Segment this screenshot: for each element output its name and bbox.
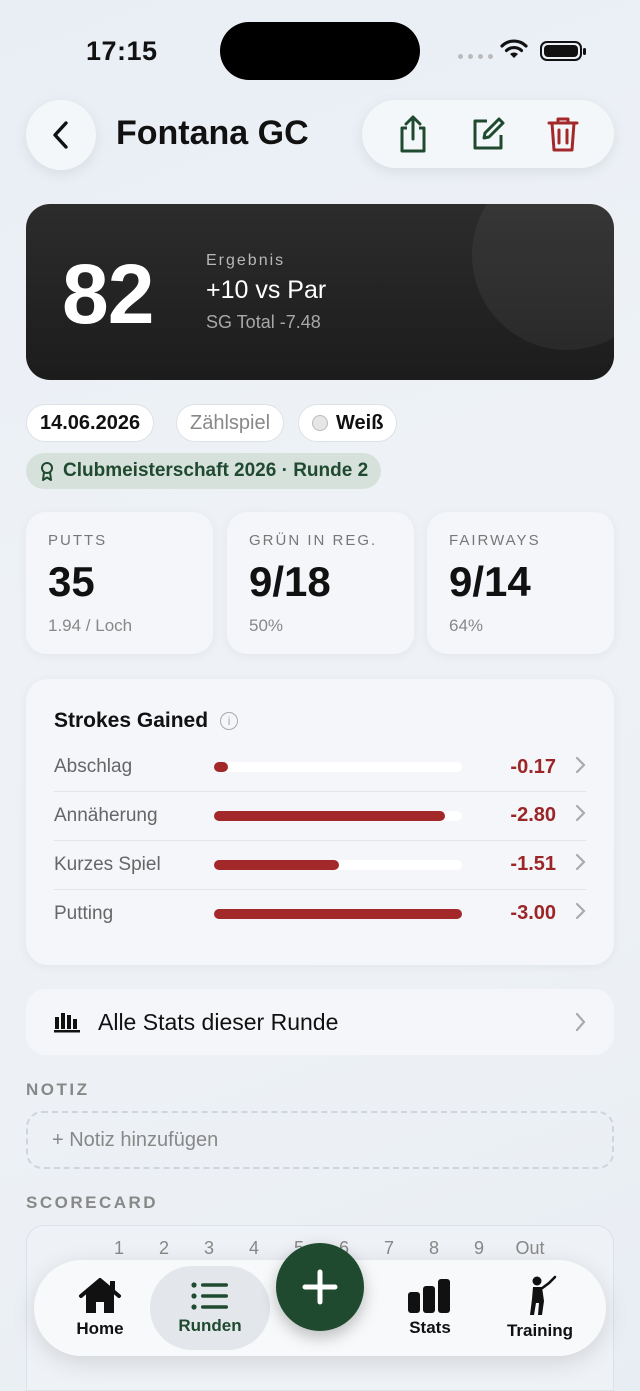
back-button[interactable]	[26, 100, 96, 170]
dynamic-island	[220, 22, 420, 80]
sg-bar-fill	[214, 810, 446, 821]
edit-icon	[473, 117, 505, 150]
golfer-icon	[530, 1275, 557, 1315]
score-vs-par: +10 vs Par	[206, 276, 327, 304]
page-title: Fontana GC	[116, 114, 309, 152]
chevron-right-icon	[556, 804, 586, 827]
tab-runden[interactable]: Runden	[150, 1266, 270, 1350]
tee-label: Weiß	[336, 411, 384, 434]
delete-button[interactable]	[539, 110, 587, 158]
sg-total: SG Total -7.48	[206, 312, 321, 332]
chevron-left-icon	[53, 121, 68, 149]
sg-bar-fill	[214, 762, 229, 772]
add-note-field[interactable]: + Notiz hinzufügen	[26, 1111, 614, 1169]
signal-icon	[458, 54, 493, 59]
plus-icon	[302, 1269, 338, 1305]
chevron-right-icon	[556, 902, 586, 925]
scorecard-section-label: SCORECARD	[26, 1193, 159, 1212]
tab-home[interactable]: Home	[42, 1260, 158, 1356]
game-type-chip: Zählspiel	[176, 404, 285, 442]
tab-label: Stats	[409, 1318, 451, 1337]
hole-number: 1	[113, 1238, 125, 1258]
sg-bar-track	[214, 908, 462, 919]
sg-row-value: -0.17	[510, 755, 556, 778]
sg-bar-track	[214, 859, 462, 870]
house-icon	[79, 1278, 121, 1313]
edit-button[interactable]	[464, 110, 512, 158]
total-score: 82	[62, 247, 154, 341]
sg-row-value: -3.00	[510, 902, 556, 924]
stat-title: PUTTS	[48, 532, 108, 549]
sg-row-putting[interactable]: Putting -3.00	[54, 889, 586, 937]
sg-row-annaeherung[interactable]: Annäherung -2.80	[54, 791, 586, 839]
sg-title: Strokes Gained	[54, 709, 209, 732]
sg-bar-track	[214, 762, 462, 772]
hole-number: 3	[203, 1238, 215, 1258]
tee-chip: Weiß	[298, 404, 398, 442]
sg-row-label: Annäherung	[54, 804, 158, 826]
score-card: 82 Ergebnis +10 vs Par SG Total -7.48	[26, 204, 614, 380]
tab-label: Training	[506, 1321, 574, 1340]
stat-value: 9/14	[449, 558, 531, 605]
hole-number: 2	[158, 1238, 170, 1258]
hole-number: 8	[428, 1238, 440, 1258]
stat-sub: 1.94 / Loch	[48, 616, 133, 635]
add-round-button[interactable]	[276, 1243, 364, 1331]
sg-row-label: Putting	[54, 902, 114, 924]
stat-title: GRÜN IN REG.	[249, 532, 378, 549]
sg-row-value: -1.51	[510, 853, 556, 875]
sg-bar-track	[214, 810, 462, 821]
event-chip: Clubmeisterschaft 2026 · Runde 2	[26, 453, 382, 489]
sg-row-kurzes-spiel[interactable]: Kurzes Spiel -1.51	[54, 840, 586, 888]
info-icon[interactable]: i	[220, 712, 239, 730]
header-actions	[362, 100, 614, 168]
event-label: Clubmeisterschaft 2026 · Runde 2	[63, 460, 369, 481]
note-section-label: NOTIZ	[26, 1080, 90, 1099]
putts-card: PUTTS 35 1.94 / Loch	[26, 512, 213, 654]
sg-row-label: Kurzes Spiel	[54, 853, 161, 875]
sg-row-abschlag[interactable]: Abschlag -0.17	[54, 743, 586, 791]
all-stats-button[interactable]: Alle Stats dieser Runde	[26, 989, 614, 1055]
stat-value: 35	[48, 558, 95, 605]
sg-bar-fill	[214, 908, 462, 919]
trash-icon	[547, 117, 579, 152]
stat-title: FAIRWAYS	[449, 532, 541, 549]
chevron-right-icon	[556, 853, 586, 876]
status-time: 17:15	[86, 36, 158, 66]
list-icon	[191, 1282, 228, 1310]
strokes-gained-card: Strokes Gained i Abschlag -0.17 Annäheru…	[26, 679, 614, 965]
tab-label: Runden	[178, 1316, 242, 1335]
sg-row-value: -2.80	[510, 804, 556, 826]
stat-sub: 50%	[249, 616, 284, 635]
tab-stats[interactable]: Stats	[372, 1260, 488, 1356]
battery-icon	[540, 41, 586, 61]
wifi-icon	[500, 39, 528, 58]
share-button[interactable]	[389, 110, 437, 158]
bar-chart-icon	[408, 1279, 450, 1313]
award-icon	[41, 462, 53, 481]
sg-header: Strokes Gained i	[54, 709, 239, 733]
hole-number: 4	[248, 1238, 260, 1258]
gir-card: GRÜN IN REG. 9/18 50%	[227, 512, 414, 654]
sg-row-label: Abschlag	[54, 756, 133, 777]
hole-number: 9	[473, 1238, 485, 1258]
tab-training[interactable]: Training	[482, 1260, 598, 1356]
tee-color-dot	[312, 415, 328, 431]
stat-sub: 64%	[449, 616, 484, 635]
bar-chart-icon	[54, 1013, 80, 1033]
share-icon	[400, 115, 426, 153]
decorative-circle	[472, 204, 614, 350]
fairways-card: FAIRWAYS 9/14 64%	[427, 512, 614, 654]
hole-number: 7	[383, 1238, 395, 1258]
all-stats-label: Alle Stats dieser Runde	[98, 1008, 339, 1035]
stat-value: 9/18	[249, 558, 331, 605]
tab-label: Home	[76, 1319, 124, 1338]
chevron-right-icon	[575, 1012, 586, 1032]
sg-bar-fill	[214, 859, 339, 870]
hole-number: Out	[515, 1238, 545, 1258]
chevron-right-icon	[556, 756, 586, 779]
date-chip: 14.06.2026	[26, 404, 155, 442]
score-label: Ergebnis	[206, 252, 286, 269]
